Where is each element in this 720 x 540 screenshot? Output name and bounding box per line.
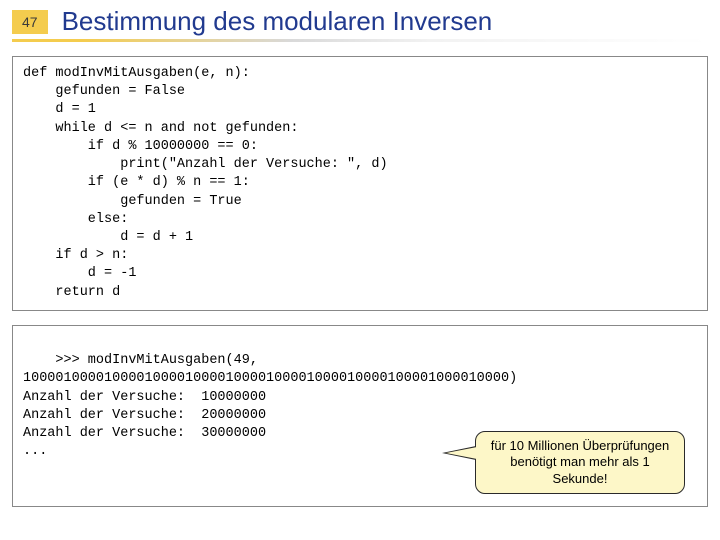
page-number-badge: 47 <box>12 10 48 34</box>
header-row: 47 Bestimmung des modularen Inversen <box>12 6 708 37</box>
slide-title: Bestimmung des modularen Inversen <box>62 6 493 37</box>
output-text: >>> modInvMitAusgaben(49, 10000100001000… <box>23 353 517 459</box>
code-definition-box: def modInvMitAusgaben(e, n): gefunden = … <box>12 56 708 311</box>
callout-bubble: für 10 Millionen Überprüfungen benötigt … <box>475 431 685 494</box>
slide: 47 Bestimmung des modularen Inversen def… <box>0 0 720 540</box>
callout-tail-fill <box>446 447 477 459</box>
header-divider <box>12 39 708 42</box>
code-output-box: >>> modInvMitAusgaben(49, 10000100001000… <box>12 325 708 507</box>
callout-text: für 10 Millionen Überprüfungen benötigt … <box>491 438 670 486</box>
